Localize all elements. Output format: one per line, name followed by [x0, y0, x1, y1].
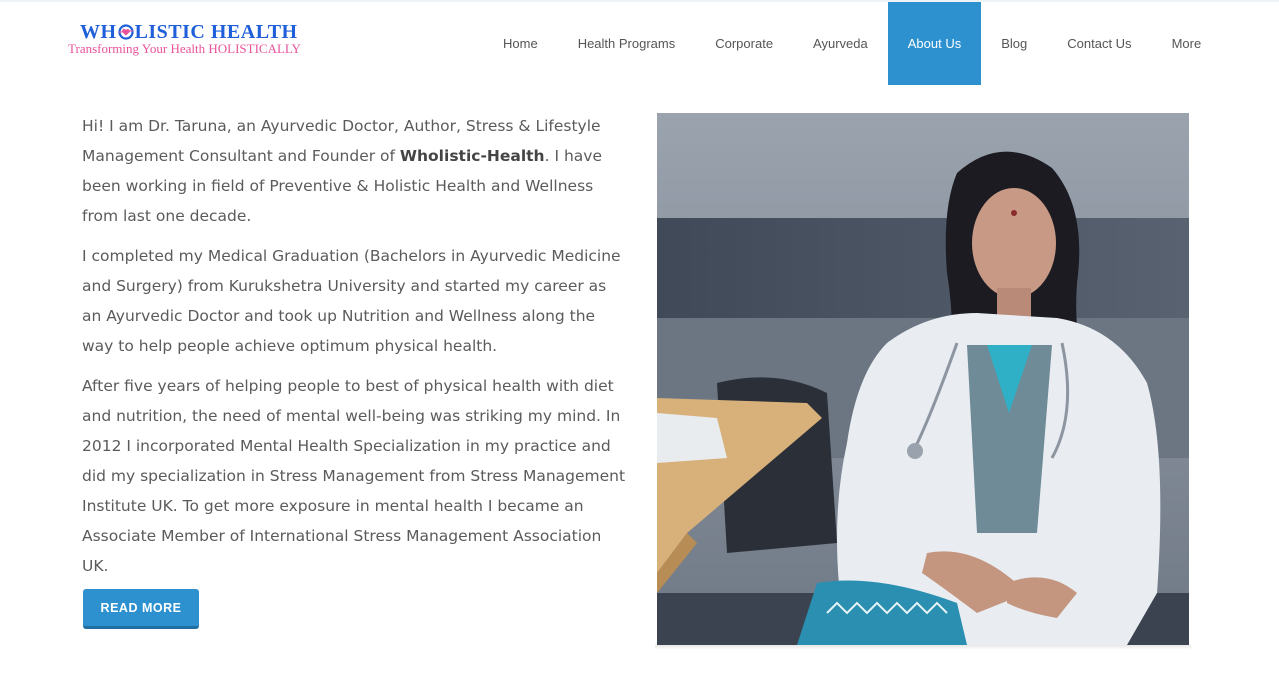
brand-logo[interactable]: WH LISTIC HEALTH Transforming Your Health… [68, 20, 318, 64]
nav-item-home[interactable]: Home [483, 2, 558, 85]
read-more-button[interactable]: READ MORE [83, 589, 199, 629]
nav-item-corporate[interactable]: Corporate [695, 2, 793, 85]
photo-shadow [655, 645, 1191, 650]
brand-title-suffix: LISTIC HEALTH [134, 21, 298, 43]
nav-item-health-programs[interactable]: Health Programs [558, 2, 696, 85]
nav-item-more[interactable]: More [1152, 2, 1222, 85]
nav-item-ayurveda[interactable]: Ayurveda [793, 2, 888, 85]
about-paragraph-1: Hi! I am Dr. Taruna, an Ayurvedic Doctor… [82, 111, 627, 231]
brand-title-prefix: WH [80, 21, 117, 43]
nav-item-blog[interactable]: Blog [981, 2, 1047, 85]
about-paragraph-3: After five years of helping people to be… [82, 377, 626, 575]
portrait-illustration [657, 113, 1189, 645]
nav-item-about-us[interactable]: About Us [887, 2, 982, 85]
site-header: WH LISTIC HEALTH Transforming Your Health… [0, 0, 1279, 85]
nav-item-contact-us[interactable]: Contact Us [1047, 2, 1151, 85]
brand-name-bold: Wholistic-Health [399, 147, 545, 165]
brand-tagline: Transforming Your Health HOLISTICALLY [68, 41, 301, 56]
main-nav: Home Health Programs Corporate Ayurveda … [483, 2, 1221, 85]
heart-icon [117, 24, 134, 40]
about-text: Hi! I am Dr. Taruna, an Ayurvedic Doctor… [82, 111, 627, 591]
doctor-portrait-photo [657, 113, 1189, 645]
about-paragraph-2: I completed my Medical Graduation (Bache… [82, 247, 621, 355]
